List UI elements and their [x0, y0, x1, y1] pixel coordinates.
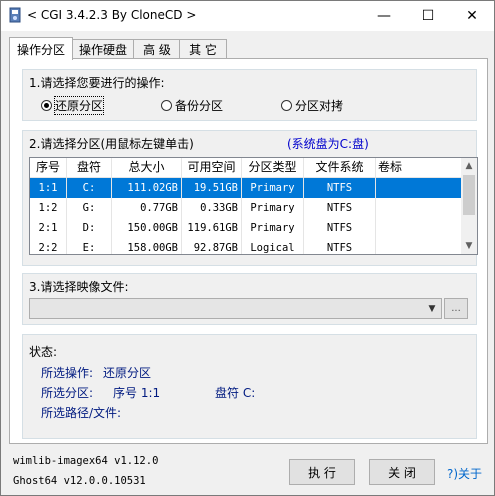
cell-index: 2:1	[30, 218, 67, 238]
selected-partition-drive: 盘符 C:	[215, 386, 256, 400]
col-index[interactable]: 序号	[30, 158, 67, 177]
scroll-down-icon[interactable]: ▼	[461, 238, 477, 254]
cell-free: 119.61GB	[182, 218, 242, 238]
cell-total: 0.77GB	[112, 198, 182, 218]
cell-index: 1:1	[30, 178, 67, 198]
partition-row[interactable]: 1:1 C: 111.02GB 19.51GB Primary NTFS	[30, 178, 462, 198]
radio-clone-label: 分区对拷	[295, 99, 344, 113]
partition-list[interactable]: 序号 盘符 总大小 可用空间 分区类型 文件系统 卷标 1:1 C: 111.0…	[29, 157, 463, 255]
tab-disk-ops[interactable]: 操作硬盘	[71, 39, 135, 59]
system-disk-label: (系统盘为C:盘)	[287, 137, 369, 151]
cell-total: 150.00GB	[112, 218, 182, 238]
execute-button[interactable]: 执 行	[289, 459, 355, 485]
cell-label	[376, 178, 462, 198]
radio-backup[interactable]: 备份分区	[161, 97, 223, 114]
col-type[interactable]: 分区类型	[242, 158, 304, 177]
cell-label	[376, 218, 462, 238]
tab-other[interactable]: 其 它	[179, 39, 227, 59]
operation-label: 1.请选择您要进行的操作:	[29, 76, 165, 90]
cell-fs: NTFS	[304, 198, 376, 218]
partition-label: 2.请选择分区(用鼠标左键单击)	[29, 137, 194, 151]
radio-backup-label: 备份分区	[175, 99, 224, 113]
scroll-thumb[interactable]	[463, 175, 475, 215]
window-title: < CGI 3.4.2.3 By CloneCD >	[27, 8, 197, 22]
scroll-up-icon[interactable]: ▲	[461, 158, 477, 174]
partition-row[interactable]: 1:2 G: 0.77GB 0.33GB Primary NTFS	[30, 198, 462, 218]
col-label[interactable]: 卷标	[376, 158, 462, 177]
cell-free: 0.33GB	[182, 198, 242, 218]
cell-free: 19.51GB	[182, 178, 242, 198]
about-link[interactable]: ?)关于	[447, 465, 482, 482]
cell-total: 158.00GB	[112, 238, 182, 254]
partition-list-header: 序号 盘符 总大小 可用空间 分区类型 文件系统 卷标	[30, 158, 462, 178]
status-group: 状态: 所选操作: 还原分区 所选分区: 序号 1:1 盘符 C: 所选路径/文…	[22, 334, 477, 439]
cell-drive: D:	[67, 218, 112, 238]
close-button[interactable]: 关 闭	[369, 459, 435, 485]
radio-restore-label: 还原分区	[53, 96, 105, 115]
minimize-button[interactable]: —	[362, 1, 406, 31]
image-path-combo[interactable]: ▼	[29, 298, 442, 319]
ghost-version: Ghost64 v12.0.0.10531	[13, 475, 146, 487]
cell-type: Primary	[242, 198, 304, 218]
tab-panel: 1.请选择您要进行的操作: 还原分区 备份分区 分区对拷 2.请选择分区(用鼠标…	[9, 58, 488, 444]
selected-operation-label: 所选操作:	[41, 366, 94, 380]
partition-group: 2.请选择分区(用鼠标左键单击) (系统盘为C:盘) 序号 盘符 总大小 可用空…	[22, 130, 478, 266]
cell-index: 1:2	[30, 198, 67, 218]
cell-fs: NTFS	[304, 178, 376, 198]
radio-restore[interactable]: 还原分区	[41, 96, 105, 115]
selected-partition-index: 序号 1:1	[113, 386, 161, 400]
title-bar[interactable]: < CGI 3.4.2.3 By CloneCD > — ☐ ✕	[1, 1, 494, 31]
image-label: 3.请选择映像文件:	[29, 280, 129, 294]
operation-group: 1.请选择您要进行的操作: 还原分区 备份分区 分区对拷	[22, 69, 477, 121]
app-window: < CGI 3.4.2.3 By CloneCD > — ☐ ✕ 操作分区 操作…	[0, 0, 495, 496]
selected-operation-value: 还原分区	[103, 366, 152, 380]
cell-type: Primary	[242, 218, 304, 238]
cell-index: 2:2	[30, 238, 67, 254]
browse-button[interactable]: ...	[444, 298, 468, 319]
tab-partition-ops[interactable]: 操作分区	[9, 37, 73, 60]
client-area: 操作分区 操作硬盘 高 级 其 它 1.请选择您要进行的操作: 还原分区 备份分…	[1, 31, 494, 495]
col-free[interactable]: 可用空间	[182, 158, 242, 177]
image-group: 3.请选择映像文件: ▼ ...	[22, 273, 477, 325]
selected-path-label: 所选路径/文件:	[41, 406, 122, 420]
cell-drive: E:	[67, 238, 112, 254]
wimlib-version: wimlib-imagex64 v1.12.0	[13, 455, 159, 467]
cell-drive: G:	[67, 198, 112, 218]
app-icon	[9, 7, 21, 23]
partition-scrollbar[interactable]: ▲ ▼	[461, 157, 478, 255]
cell-free: 92.87GB	[182, 238, 242, 254]
col-drive[interactable]: 盘符	[67, 158, 112, 177]
chevron-down-icon[interactable]: ▼	[425, 301, 439, 316]
tab-advanced[interactable]: 高 级	[133, 39, 181, 59]
cell-fs: NTFS	[304, 218, 376, 238]
cell-fs: NTFS	[304, 238, 376, 254]
status-heading: 状态:	[29, 345, 58, 359]
cell-label	[376, 198, 462, 218]
radio-backup-indicator	[161, 100, 172, 111]
partition-row[interactable]: 2:2 E: 158.00GB 92.87GB Logical NTFS	[30, 238, 462, 254]
cell-label	[376, 238, 462, 254]
cell-type: Primary	[242, 178, 304, 198]
selected-partition-label: 所选分区:	[41, 386, 94, 400]
radio-clone[interactable]: 分区对拷	[281, 97, 343, 114]
radio-restore-indicator	[41, 100, 52, 111]
col-fs[interactable]: 文件系统	[304, 158, 376, 177]
cell-total: 111.02GB	[112, 178, 182, 198]
maximize-button[interactable]: ☐	[406, 1, 450, 31]
col-total[interactable]: 总大小	[112, 158, 182, 177]
partition-row[interactable]: 2:1 D: 150.00GB 119.61GB Primary NTFS	[30, 218, 462, 238]
cell-drive: C:	[67, 178, 112, 198]
cell-type: Logical	[242, 238, 304, 254]
close-window-button[interactable]: ✕	[450, 1, 494, 31]
radio-clone-indicator	[281, 100, 292, 111]
